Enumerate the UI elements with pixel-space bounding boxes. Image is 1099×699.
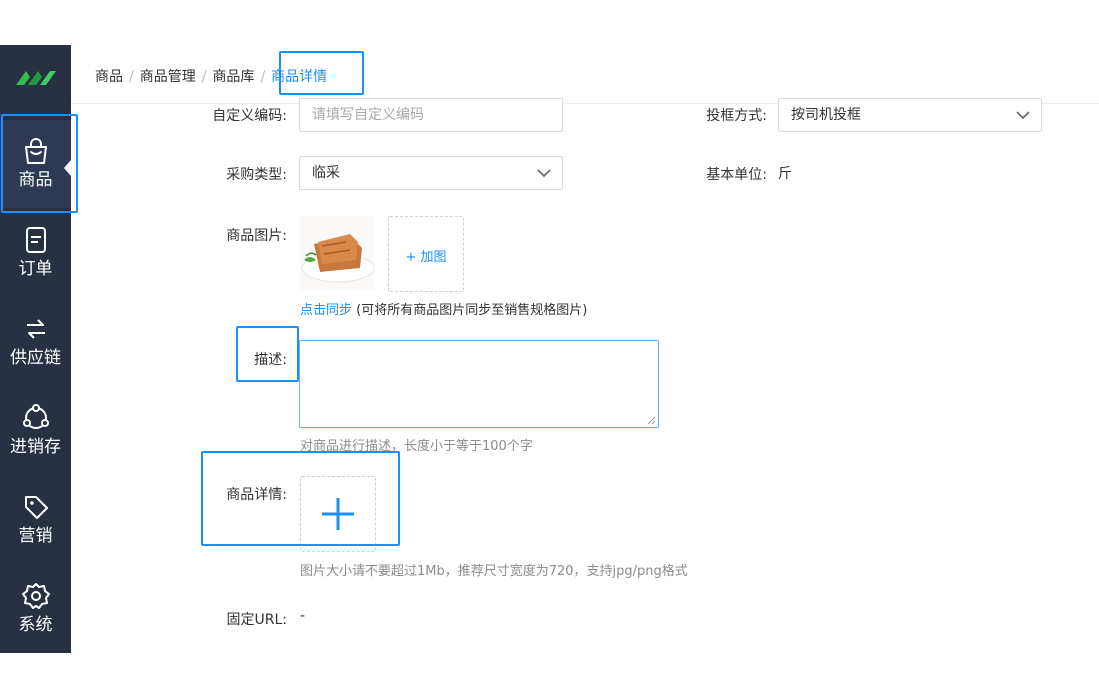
inventory-cycle-icon bbox=[22, 404, 49, 429]
product-image-label: 商品图片: bbox=[226, 228, 287, 244]
fixed-url-label: 固定URL: bbox=[226, 612, 288, 628]
active-indicator bbox=[64, 160, 71, 176]
sidebar-item-inventory[interactable]: 进销存 bbox=[0, 393, 71, 481]
custom-code-label: 自定义编码: bbox=[212, 108, 287, 124]
image-sync-row: 点击同步 (可将所有商品图片同步至销售规格图片) bbox=[300, 299, 587, 318]
resize-handle-icon[interactable] bbox=[647, 416, 656, 425]
upload-detail-image-button[interactable] bbox=[300, 476, 376, 552]
shopping-bag-icon bbox=[24, 138, 47, 164]
frame-method-value: 按司机投框 bbox=[791, 107, 861, 123]
breadcrumb-current: 商品详情 bbox=[271, 69, 328, 85]
description-label: 描述: bbox=[254, 352, 287, 368]
gear-icon bbox=[21, 583, 50, 609]
sidebar-item-orders[interactable]: 订单 bbox=[0, 215, 71, 303]
frame-method-label: 投框方式: bbox=[706, 108, 767, 124]
breadcrumb-separator: / bbox=[260, 69, 266, 85]
purchase-type-value: 临采 bbox=[312, 165, 340, 181]
sidebar-item-supply-chain[interactable]: 供应链 bbox=[0, 304, 71, 392]
product-detail-label: 商品详情: bbox=[226, 487, 287, 503]
order-document-icon bbox=[25, 227, 46, 253]
sidebar-item-marketing[interactable]: 营销 bbox=[0, 482, 71, 570]
sidebar-item-label: 系统 bbox=[18, 615, 53, 635]
logo-icon bbox=[16, 71, 56, 85]
sidebar-item-label: 商品 bbox=[18, 170, 53, 190]
frame-method-select[interactable]: 按司机投框 bbox=[778, 98, 1042, 132]
purchase-type-label: 采购类型: bbox=[226, 167, 287, 183]
tag-icon bbox=[24, 496, 48, 519]
detail-image-hint: 图片大小请不要超过1Mb，推荐尺寸宽度为720，支持jpg/png格式 bbox=[300, 564, 688, 579]
sidebar-item-label: 营销 bbox=[18, 526, 53, 546]
breadcrumb-item[interactable]: 商品库 bbox=[212, 69, 254, 85]
breadcrumb-separator: / bbox=[129, 69, 134, 85]
app-frame: 商品 订单 供应链 进销存 营销 系统 商品 / 商品管理 / 商品库 / 商品… bbox=[0, 45, 1099, 653]
sidebar-item-label: 供应链 bbox=[10, 348, 61, 368]
chevron-down-icon bbox=[537, 169, 551, 178]
sidebar-item-label: 订单 bbox=[18, 259, 53, 279]
fixed-url-value: - bbox=[300, 608, 306, 624]
sync-images-link[interactable]: 点击同步 bbox=[300, 303, 352, 318]
custom-code-input[interactable]: 请填写自定义编码 bbox=[299, 98, 563, 132]
breadcrumb: 商品 / 商品管理 / 商品库 / 商品详情 bbox=[95, 66, 327, 86]
sidebar-item-products[interactable]: 商品 bbox=[0, 120, 71, 208]
product-detail-form: 自定义编码: 请填写自定义编码 投框方式: 按司机投框 采购类型: 临采 基本单… bbox=[71, 98, 1099, 653]
breadcrumb-item[interactable]: 商品管理 bbox=[140, 69, 196, 85]
product-photo bbox=[300, 216, 374, 290]
product-thumbnail[interactable] bbox=[300, 216, 374, 290]
description-textarea[interactable] bbox=[299, 340, 659, 428]
chevron-down-icon bbox=[1016, 111, 1030, 120]
sidebar: 商品 订单 供应链 进销存 营销 系统 bbox=[0, 45, 71, 653]
base-unit-label: 基本单位: bbox=[706, 167, 767, 183]
sidebar-item-label: 进销存 bbox=[10, 437, 61, 457]
add-image-button[interactable]: + 加图 bbox=[388, 216, 464, 292]
top-bar: 商品 / 商品管理 / 商品库 / 商品详情 bbox=[71, 45, 1099, 104]
breadcrumb-separator: / bbox=[201, 69, 207, 85]
plus-icon bbox=[322, 498, 354, 530]
description-hint: 对商品进行描述，长度小于等于100个字 bbox=[300, 439, 533, 454]
purchase-type-select[interactable]: 临采 bbox=[299, 156, 563, 190]
breadcrumb-item[interactable]: 商品 bbox=[95, 69, 123, 85]
transfer-arrows-icon bbox=[26, 319, 45, 339]
sidebar-item-system[interactable]: 系统 bbox=[0, 571, 71, 653]
add-image-label: + 加图 bbox=[405, 250, 447, 265]
base-unit-value: 斤 bbox=[778, 166, 792, 182]
sync-images-note: (可将所有商品图片同步至销售规格图片) bbox=[356, 303, 588, 318]
